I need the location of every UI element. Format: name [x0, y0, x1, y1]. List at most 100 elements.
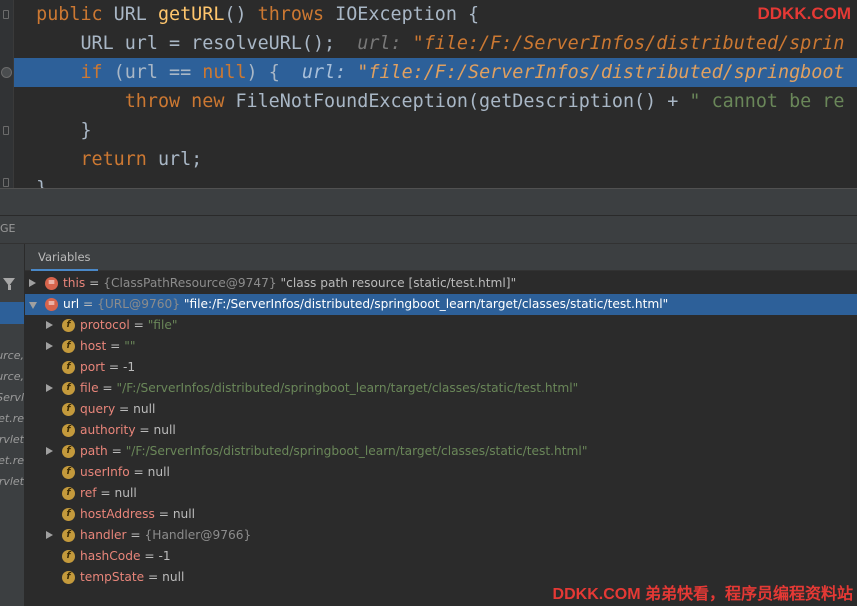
field-row[interactable]: f port = -1 — [25, 357, 857, 378]
expand-arrow-icon[interactable] — [46, 531, 53, 539]
equals-sign: = — [107, 444, 126, 458]
field-icon: f — [62, 445, 75, 458]
fold-marker-icon[interactable] — [3, 10, 9, 19]
equals-sign: = — [98, 381, 117, 395]
code-line-4[interactable]: throw new FileNotFoundException(getDescr… — [14, 87, 857, 116]
expand-arrow-icon[interactable] — [46, 342, 53, 350]
field-row[interactable]: f protocol = "file" — [25, 315, 857, 336]
code-text: (url == — [102, 62, 203, 83]
field-icon: f — [62, 403, 75, 416]
code-editor[interactable]: public URL getURL() throws IOException {… — [0, 0, 857, 188]
variable-row[interactable]: = url = {URL@9760} "file:/F:/ServerInfos/… — [25, 294, 857, 315]
frame-item[interactable]: urce, — [0, 349, 24, 362]
editor-gutter[interactable] — [0, 0, 14, 188]
field-row[interactable]: f handler = {Handler@9766} — [25, 525, 857, 546]
expand-arrow-icon[interactable] — [46, 447, 53, 455]
keyword: return — [36, 149, 147, 170]
variable-name: url — [63, 297, 80, 311]
variable-text: protocol = "file" — [80, 315, 177, 336]
equals-sign: = — [144, 570, 163, 584]
field-icon: f — [62, 487, 75, 500]
code-text: ) { — [246, 62, 280, 83]
code-text: () — [224, 4, 258, 25]
equals-sign: = — [129, 465, 148, 479]
equals-sign: = — [79, 297, 98, 311]
inline-debug-hint-value: "file:/F:/ServerInfos/distributed/sprin — [412, 33, 845, 54]
code-line-7[interactable]: } — [14, 174, 857, 188]
frame-item[interactable]: et.re — [0, 454, 24, 467]
plain-value: null — [172, 507, 196, 521]
plain-value: null — [153, 423, 176, 437]
field-icon: f — [62, 550, 75, 563]
frame-item[interactable]: Servl — [0, 391, 24, 404]
field-icon: f — [62, 424, 75, 437]
variable-name: file — [80, 381, 99, 395]
tab-variables[interactable]: Variables — [31, 244, 98, 271]
field-icon: f — [62, 382, 75, 395]
frame-item[interactable]: urce, — [0, 370, 24, 383]
inline-debug-hint-value: "file:/F:/ServerInfos/distributed/spring… — [357, 62, 845, 83]
code-text: IOException { — [324, 4, 480, 25]
code-text: URL — [102, 4, 158, 25]
field-row[interactable]: f hashCode = -1 — [25, 546, 857, 567]
plain-value: null — [147, 465, 170, 479]
variable-name: hostAddress — [80, 507, 155, 521]
plain-value: -1 — [158, 549, 171, 563]
filter-icon-stem — [8, 285, 11, 290]
equals-sign: = — [154, 507, 173, 521]
code-text: url; — [146, 149, 203, 170]
keyword: new — [191, 91, 225, 112]
variable-name: ref — [80, 486, 97, 500]
field-row[interactable]: f authority = null — [25, 420, 857, 441]
frames-selected-row[interactable] — [0, 302, 24, 324]
string-value: "" — [124, 339, 136, 353]
variable-value: "file:/F:/ServerInfos/distributed/spring… — [179, 297, 669, 311]
code-line-3-execution-point[interactable]: if (url == null) { url: "file:/F:/Server… — [14, 58, 857, 87]
equals-sign: = — [129, 318, 148, 332]
plain-value: -1 — [122, 360, 136, 374]
variables-panel[interactable]: Variables = this = {ClassPathResource@974… — [25, 244, 857, 606]
code-text: } — [36, 120, 92, 141]
inline-debug-hint-label: url: — [301, 62, 358, 83]
variable-text: query = null — [80, 399, 155, 420]
equals-sign: = — [115, 402, 134, 416]
object-id: {Handler@9766} — [144, 528, 252, 542]
plain-value: null — [114, 486, 137, 500]
field-icon: f — [62, 340, 75, 353]
fold-marker-icon[interactable] — [3, 178, 9, 187]
frame-item[interactable]: rvlet — [0, 433, 24, 446]
code-line-2[interactable]: URL url = resolveURL(); url: "file:/F:/S… — [14, 29, 857, 58]
frames-panel[interactable]: urce, urce, Servl et.re rvlet et.re rvlet — [0, 244, 25, 606]
code-line-1[interactable]: public URL getURL() throws IOException { — [14, 0, 857, 29]
field-row[interactable]: f hostAddress = null — [25, 504, 857, 525]
variable-row[interactable]: = this = {ClassPathResource@9747} "class … — [25, 273, 857, 294]
field-row[interactable]: f userInfo = null — [25, 462, 857, 483]
code-text: } — [36, 178, 47, 188]
variable-text: port = -1 — [80, 357, 135, 378]
variable-name: protocol — [80, 318, 130, 332]
expand-arrow-icon[interactable] — [46, 321, 53, 329]
breakpoint-icon[interactable] — [1, 67, 12, 78]
code-line-5[interactable]: } — [14, 116, 857, 145]
string-value: "file" — [147, 318, 178, 332]
field-row[interactable]: f file = "/F:/ServerInfos/distributed/spr… — [25, 378, 857, 399]
expand-arrow-icon[interactable] — [29, 279, 36, 287]
code-text: FileNotFoundException(getDescription() + — [224, 91, 690, 112]
equals-sign: = — [135, 423, 154, 437]
field-row[interactable]: f ref = null — [25, 483, 857, 504]
code-line-6[interactable]: return url; — [14, 145, 857, 174]
field-row[interactable]: f query = null — [25, 399, 857, 420]
variable-text: host = "" — [80, 336, 136, 357]
field-row[interactable]: f path = "/F:/ServerInfos/distributed/spr… — [25, 441, 857, 462]
keyword: public — [36, 4, 103, 25]
fold-marker-icon[interactable] — [3, 126, 9, 135]
debug-panel-label: GE — [0, 222, 16, 235]
expand-arrow-icon[interactable] — [46, 384, 53, 392]
collapse-arrow-icon[interactable] — [29, 302, 37, 309]
frame-item[interactable]: et.re — [0, 412, 24, 425]
variable-text: userInfo = null — [80, 462, 170, 483]
frame-item[interactable]: rvlet — [0, 475, 24, 488]
editor-panel-splitter[interactable] — [0, 188, 857, 216]
field-row[interactable]: f host = "" — [25, 336, 857, 357]
